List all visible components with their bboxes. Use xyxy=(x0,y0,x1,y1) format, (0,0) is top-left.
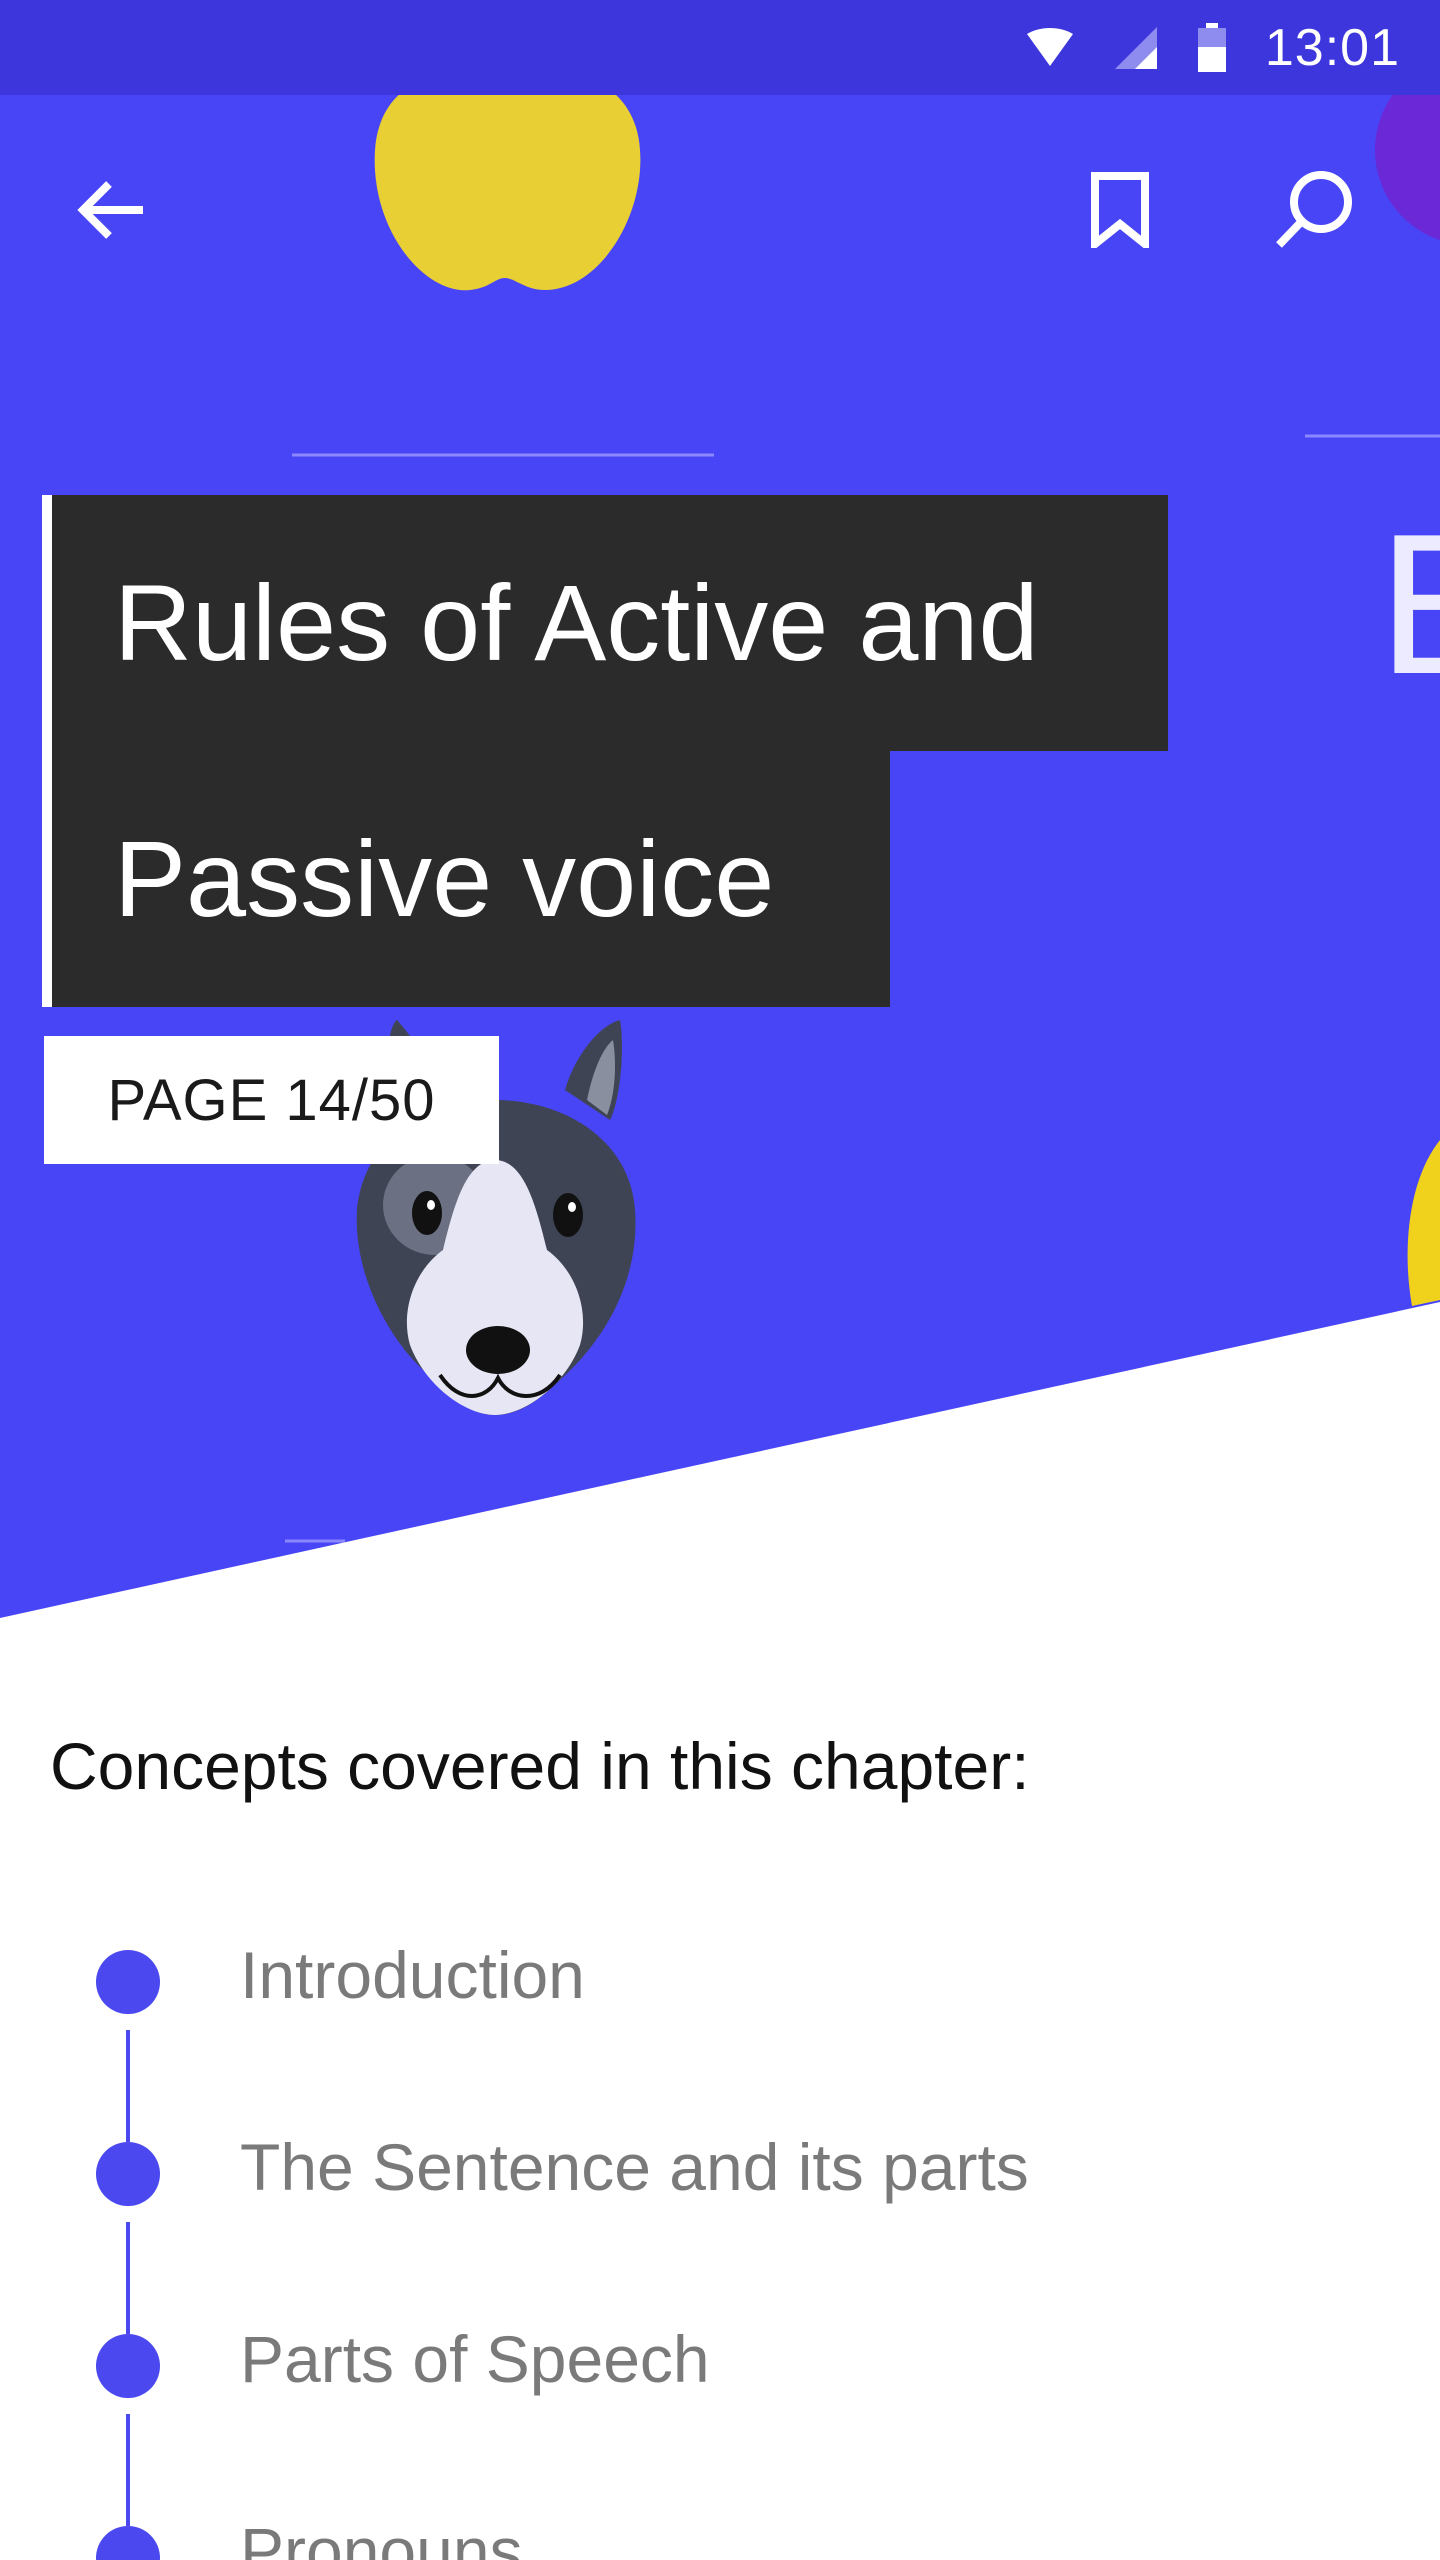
concept-item-pronouns[interactable]: Pronouns xyxy=(240,2513,523,2560)
search-button[interactable] xyxy=(1254,150,1374,270)
search-icon xyxy=(1276,171,1352,248)
concept-item-introduction[interactable]: Introduction xyxy=(240,1937,585,2013)
back-button[interactable] xyxy=(52,150,172,270)
cell-signal-icon xyxy=(1114,26,1157,69)
concept-item-sentence-parts[interactable]: The Sentence and its parts xyxy=(240,2129,1029,2205)
chapter-title-line-1: Rules of Active and xyxy=(52,495,1168,751)
timeline-dot xyxy=(96,2334,160,2398)
battery-icon xyxy=(1197,22,1226,72)
chapter-title: Rules of Active and Passive voice xyxy=(42,495,1168,1007)
timeline-dot xyxy=(96,1950,160,2014)
concept-item-parts-of-speech[interactable]: Parts of Speech xyxy=(240,2321,710,2397)
chapter-title-line-2: Passive voice xyxy=(52,751,890,1007)
timeline-dot xyxy=(96,2526,160,2560)
next-card-peek: E xyxy=(1378,505,1440,705)
page-indicator: PAGE 14/50 xyxy=(44,1036,499,1164)
concepts-heading: Concepts covered in this chapter: xyxy=(50,1729,1030,1803)
timeline-dot xyxy=(96,2142,160,2206)
bookmark-icon xyxy=(1091,172,1149,248)
wifi-icon xyxy=(1026,27,1073,66)
back-arrow-icon xyxy=(77,181,143,239)
status-time: 13:01 xyxy=(1264,18,1400,77)
bookmark-button[interactable] xyxy=(1060,150,1180,270)
status-bar: 13:01 xyxy=(0,0,1440,95)
